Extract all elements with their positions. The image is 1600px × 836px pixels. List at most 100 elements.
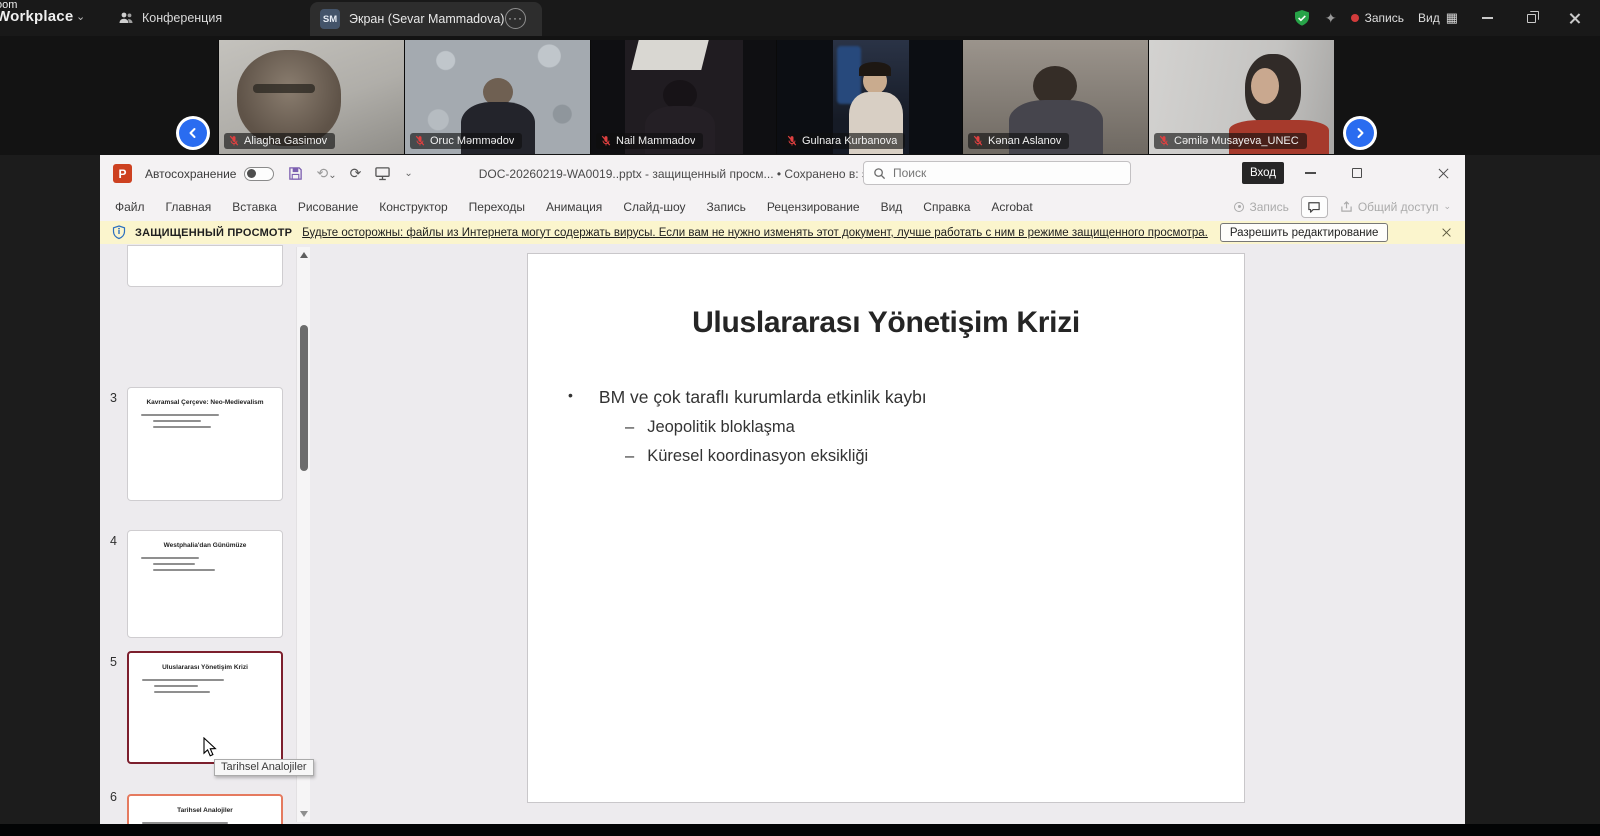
save-icon[interactable] <box>288 166 303 181</box>
video-strip: Aliagha Gasimov Oruc Məmmədov Nail Mamma… <box>0 36 1600 155</box>
security-shield-icon[interactable] <box>1293 9 1311 27</box>
zoom-workplace-logo: oom Workplace <box>0 0 73 23</box>
dash-icon: – <box>625 418 634 437</box>
video-tile[interactable]: Aliagha Gasimov <box>218 40 404 154</box>
ppt-close-icon[interactable] <box>1438 167 1450 179</box>
participant-head <box>1251 68 1279 104</box>
sub-bullet-text: Küresel koordinasyon eksikliği <box>647 447 868 466</box>
slide-bullet: • BM ve çok taraflı kurumlarda etkinlik … <box>568 387 927 408</box>
ppt-minimize-icon[interactable] <box>1305 172 1316 174</box>
participant-name: Nail Mammadov <box>616 135 695 147</box>
enable-editing-button[interactable]: Разрешить редактирование <box>1220 223 1389 242</box>
ppt-titlebar: P Автосохранение ⟲⌄ ⟳ ⌄ DOC-20260219-WA0… <box>100 155 1465 192</box>
tab-design[interactable]: Конструктор <box>379 200 447 214</box>
ribbon-tabs: Файл Главная Вставка Рисование Конструкт… <box>100 200 1033 214</box>
slideshow-icon[interactable] <box>374 166 391 181</box>
video-tile[interactable]: Nail Mammadov <box>590 40 776 154</box>
tab-file[interactable]: Файл <box>115 200 145 214</box>
tab-conference[interactable]: Конференция <box>108 0 232 36</box>
mic-muted-icon <box>786 135 798 147</box>
record-label: Запись <box>1365 11 1404 25</box>
ceiling <box>631 40 708 70</box>
tab-transitions[interactable]: Переходы <box>469 200 525 214</box>
next-participants-button[interactable] <box>1343 116 1377 150</box>
tab-screen-label: Экран (Sevar Mammadova) <box>349 12 504 26</box>
record-dot-icon <box>1351 14 1359 22</box>
mic-muted-icon <box>1158 135 1170 147</box>
toggle-knob <box>247 169 256 178</box>
restore-button[interactable] <box>1516 6 1546 30</box>
video-tile[interactable]: Kənan Aslanov <box>962 40 1148 154</box>
tab-conference-label: Конференция <box>142 11 222 25</box>
video-tile[interactable]: Oruc Məmmədov <box>404 40 590 154</box>
ellipsis-icon[interactable]: ··· <box>505 8 526 29</box>
participant-name-badge: Gulnara Kurbanova <box>782 133 905 149</box>
tab-review[interactable]: Рецензирование <box>767 200 860 214</box>
chevron-down-icon[interactable]: ⌄ <box>76 10 85 23</box>
recording-indicator[interactable]: Запись <box>1351 11 1404 25</box>
chevron-down-icon: ⌄ <box>1443 201 1451 212</box>
tab-home[interactable]: Главная <box>166 200 212 214</box>
slide-number: 4 <box>110 534 117 548</box>
undo-icon[interactable]: ⟲⌄ <box>316 165 336 182</box>
bullet-icon: • <box>568 387 573 408</box>
video-tile[interactable]: Cəmilə Musayeva_UNEC <box>1148 40 1334 154</box>
chevron-right-icon <box>1346 119 1374 147</box>
tab-insert[interactable]: Вставка <box>232 200 277 214</box>
slide-thumbnail-4[interactable]: Westphalia'dan Günümüze <box>127 530 283 638</box>
thumb-body-lines <box>141 557 282 571</box>
participant-name: Aliagha Gasimov <box>244 135 327 147</box>
dash-icon: – <box>625 447 634 466</box>
view-button[interactable]: Вид ▦ <box>1418 10 1458 26</box>
toolbar-overflow-icon[interactable]: ⌄ <box>404 168 412 179</box>
thumb-slide-title: Tarihsel Analojiler <box>129 807 281 814</box>
glasses <box>253 84 315 93</box>
tab-draw[interactable]: Рисование <box>298 200 358 214</box>
video-tile[interactable]: Gulnara Kurbanova <box>776 40 962 154</box>
scroll-up-icon[interactable] <box>300 252 308 258</box>
mouse-cursor-icon <box>203 737 218 763</box>
mic-muted-icon <box>414 135 426 147</box>
tab-record[interactable]: Запись <box>707 200 746 214</box>
participant-name-badge: Oruc Məmmədov <box>410 133 522 149</box>
search-icon <box>873 167 886 180</box>
thumb-body-lines <box>142 679 281 693</box>
avatar-badge: SM <box>320 9 340 29</box>
close-button[interactable] <box>1560 6 1590 30</box>
main-slide[interactable]: Uluslararası Yönetişim Krizi • BM ve çok… <box>527 253 1245 803</box>
tab-view[interactable]: Вид <box>881 200 903 214</box>
share-icon <box>1340 201 1353 213</box>
scrollbar-thumb[interactable] <box>300 325 308 471</box>
participant-name: Gulnara Kurbanova <box>802 135 897 147</box>
participant-name-badge: Cəmilə Musayeva_UNEC <box>1154 133 1307 149</box>
comment-icon <box>1307 201 1321 213</box>
ribbon-tab-bar: Файл Главная Вставка Рисование Конструкт… <box>100 192 1465 221</box>
ai-companion-icon[interactable]: ✦ <box>1325 10 1337 27</box>
tab-animations[interactable]: Анимация <box>546 200 602 214</box>
tab-slideshow[interactable]: Слайд-шоу <box>623 200 685 214</box>
participant-name-badge: Kənan Aslanov <box>968 133 1069 149</box>
tab-acrobat[interactable]: Acrobat <box>991 200 1032 214</box>
ppt-maximize-icon[interactable] <box>1352 168 1362 178</box>
banner-close-icon[interactable] <box>1441 227 1451 237</box>
autosave-toggle[interactable] <box>244 167 274 181</box>
previous-participants-button[interactable] <box>176 116 210 150</box>
record-button-label: Запись <box>1249 200 1288 214</box>
comments-button[interactable] <box>1301 196 1328 218</box>
powerpoint-icon: P <box>113 164 132 183</box>
tab-help[interactable]: Справка <box>923 200 970 214</box>
search-box[interactable] <box>863 161 1131 185</box>
protected-view-banner: ЗАЩИЩЕННЫЙ ПРОСМОТР Будьте осторожны: фа… <box>100 221 1465 244</box>
search-input[interactable] <box>893 166 1093 180</box>
redo-icon[interactable]: ⟳ <box>350 165 362 182</box>
minimize-button[interactable] <box>1472 6 1502 30</box>
participant-name: Cəmilə Musayeva_UNEC <box>1174 135 1299 147</box>
sign-in-button[interactable]: Вход <box>1242 162 1284 184</box>
record-icon <box>1234 202 1244 212</box>
scroll-down-icon[interactable] <box>300 811 308 817</box>
mic-muted-icon <box>600 135 612 147</box>
slide-thumbnail-2-partial[interactable] <box>127 245 283 287</box>
minimize-icon <box>1482 17 1493 19</box>
slide-thumbnail-3[interactable]: Kavramsal Çerçeve: Neo-Medievalism <box>127 387 283 501</box>
thumbnail-scrollbar[interactable] <box>296 247 310 822</box>
